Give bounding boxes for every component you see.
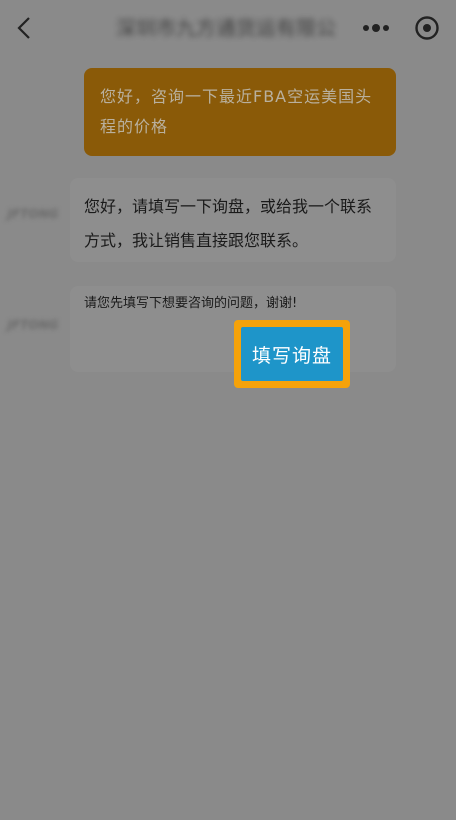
more-dots-icon <box>383 25 389 31</box>
page-title: 深圳市九方通货运有限公... <box>116 16 336 40</box>
fill-inquiry-label: 填写询盘 <box>241 327 343 381</box>
bot-message-bubble: 您好，请填写一下询盘，或给我一个联系方式，我让销售直接跟您联系。 <box>70 178 396 262</box>
avatar: JFTONG <box>7 318 59 332</box>
chevron-left-icon <box>17 17 30 39</box>
close-button[interactable] <box>414 15 440 41</box>
avatar: JFTONG <box>7 207 59 221</box>
circle-close-icon <box>415 16 439 40</box>
more-dots-icon <box>363 25 369 31</box>
top-bar: 深圳市九方通货运有限公... <box>0 0 456 56</box>
inquiry-card-text: 请您先填写下想要咨询的问题，谢谢! <box>84 296 298 311</box>
more-dots-icon <box>372 24 380 32</box>
back-button[interactable] <box>10 12 38 44</box>
user-message-bubble: 您好，咨询一下最近FBA空运美国头程的价格 <box>84 68 396 156</box>
more-button[interactable] <box>360 16 392 40</box>
fill-inquiry-button[interactable]: 填写询盘 <box>234 320 350 388</box>
